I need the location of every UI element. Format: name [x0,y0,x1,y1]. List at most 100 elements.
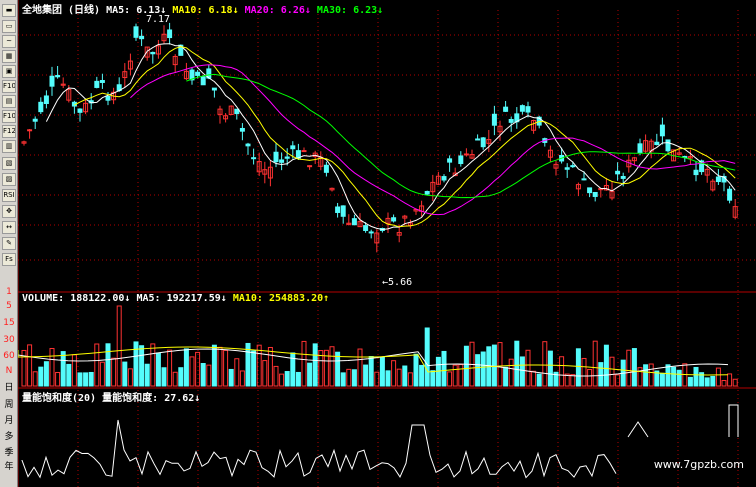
candle-body [273,151,279,163]
toolbar-button[interactable]: ▥ [2,140,16,153]
volume-bar [531,370,537,387]
candle-body [43,95,49,104]
stock-chart-canvas[interactable] [18,0,756,487]
volume-bar [587,368,593,387]
indicator-line [728,404,739,437]
period-button[interactable]: 年 [0,459,18,472]
volume-bar [27,344,33,387]
volume-bar [251,350,257,387]
ma20-label: MA20: [244,5,275,16]
toolbar-button[interactable]: F12 [2,125,16,138]
volume-bar [441,350,447,387]
candle-body [335,206,341,213]
period-button[interactable]: 季 [0,445,18,458]
volume-bar [519,356,525,387]
toolbar-button[interactable]: ▤ [2,95,16,108]
toolbar-button[interactable]: Fs [2,253,16,266]
volume-bar [189,356,195,387]
candle-body [654,141,660,146]
toolbar-button[interactable]: RSI [2,189,16,202]
volume-bar [447,371,453,387]
volume-bar [49,347,55,387]
toolbar-button[interactable]: ▭ [2,20,16,33]
toolbar-button[interactable]: ✥ [2,205,16,218]
volume-bar [559,356,565,387]
volume-bar [279,373,285,387]
period-button[interactable]: 5 [0,301,18,311]
period-button[interactable]: 30 [0,335,18,345]
toolbar-button[interactable]: ▧ [2,157,16,170]
candle-body [150,51,156,55]
candle-body [424,191,430,195]
candle-body [290,145,296,150]
indicator-value: 27.62↓ [164,393,201,404]
volume-bar [503,366,509,387]
volume-bar [88,371,94,387]
period-button[interactable]: 15 [0,318,18,328]
toolbar-button[interactable]: ↔ [2,221,16,234]
period-button[interactable]: 日 [0,380,18,393]
volume-bar [603,344,609,387]
volume-bar [643,364,649,387]
candle-body [195,71,201,76]
toolbar-button[interactable]: ▦ [2,50,16,63]
toolbar-button[interactable]: ~ [2,35,16,48]
volume-bar [508,358,514,387]
candle-body [391,217,397,222]
candle-body [665,139,671,152]
candle-body [620,176,626,179]
stock-title: 全地集团 (日线) [22,5,101,16]
candle-body [463,153,469,156]
toolbar-button[interactable]: ▣ [2,65,16,78]
candle-body [727,188,733,201]
period-button[interactable]: 月 [0,413,18,426]
volume-bar [676,369,682,387]
high-price-value: 7.17 [146,14,171,25]
ma30-value: 6.23↓ [353,5,384,16]
toolbar-button[interactable]: ✎ [2,237,16,250]
volume-bar [430,370,436,387]
period-button[interactable]: 60 [0,351,18,361]
volume-bar [671,366,677,387]
vol-ma5-value: 192217.59↓ [166,293,227,304]
toolbar-button[interactable]: ▨ [2,173,16,186]
volume-bar [301,340,307,387]
volume-bar [514,340,520,387]
volume-bar [721,380,727,387]
volume-bar [161,367,167,387]
volume-bar [200,363,206,387]
toolbar-button[interactable]: ▬ [2,4,16,17]
period-button[interactable]: 周 [0,397,18,410]
candle-body [133,26,139,38]
volume-bar [536,373,542,387]
volume-bar [368,356,374,387]
volume-bar [122,361,128,387]
volume-bar [497,342,503,387]
volume-bar [83,372,89,387]
volume-bar [55,371,61,387]
period-button[interactable]: 1 [0,287,18,297]
candle-body [503,106,509,112]
candle-body [301,150,307,153]
volume-bar [77,372,83,387]
toolbar-button[interactable]: F10 [2,80,16,93]
volume-bar [335,351,341,387]
period-button[interactable]: 多 [0,429,18,442]
volume-value: 188122.00↓ [70,293,131,304]
candle-body [693,169,699,176]
candle-body [659,124,665,137]
candle-body [475,138,481,141]
volume-bar [111,357,117,387]
volume-bar [480,351,486,387]
volume-bar [435,356,441,387]
volume-bar [307,362,313,387]
period-button[interactable]: N [0,366,18,376]
volume-bar [256,344,262,387]
candle-body [27,129,33,132]
volume-bar [407,372,413,387]
candle-body [32,118,38,122]
candle-body [99,80,105,83]
volume-bar [592,340,598,387]
toolbar-button[interactable]: F10 [2,110,16,123]
candle-body [637,143,643,154]
